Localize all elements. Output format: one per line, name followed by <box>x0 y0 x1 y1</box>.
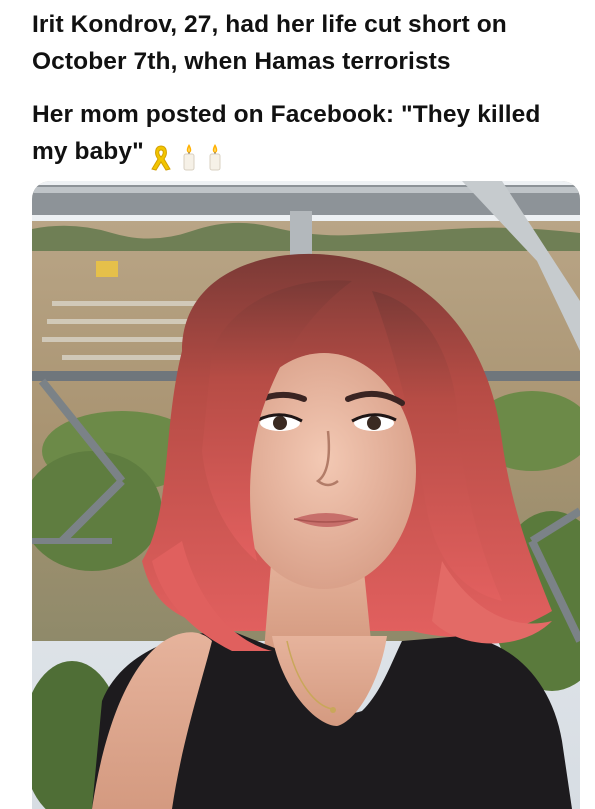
post-quote: Her mom posted on Facebook: "They killed… <box>32 96 580 174</box>
emoji-group <box>146 137 228 174</box>
post-caption: Irit Kondrov, 27, had her life cut short… <box>32 6 580 174</box>
candle-icon <box>183 143 195 171</box>
yellow-ribbon-icon <box>151 145 171 171</box>
post-headline: Irit Kondrov, 27, had her life cut short… <box>32 11 507 75</box>
selfie-photo-illustration <box>32 181 580 809</box>
post-photo[interactable] <box>32 181 580 809</box>
candle-icon <box>209 143 221 171</box>
